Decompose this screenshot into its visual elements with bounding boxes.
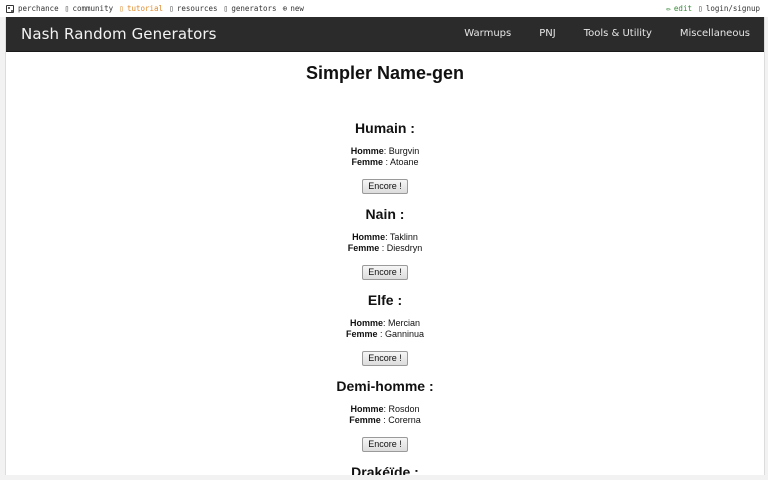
male-label: Homme	[350, 146, 384, 156]
nav-link-tools-utility[interactable]: Tools & Utility	[570, 17, 666, 51]
section-drakeide: Drakéïde :	[6, 463, 764, 475]
nav-link-warmups[interactable]: Warmups	[450, 17, 525, 51]
female-name: Corerna	[388, 415, 421, 425]
female-label: Femme	[347, 243, 380, 253]
topbar-link-resources[interactable]: ▯ resources	[169, 4, 217, 13]
nav-link-miscellaneous[interactable]: Miscellaneous	[666, 17, 764, 51]
site-brand[interactable]: Nash Random Generators	[21, 17, 217, 51]
topbar-link-label: generators	[231, 4, 277, 13]
female-name-line: Femme : Corerna	[349, 415, 421, 425]
topbar-link-label: resources	[176, 4, 218, 13]
encore-button[interactable]: Encore !	[362, 437, 408, 452]
topbar-link-label: community	[72, 4, 114, 13]
section-title: Drakéïde :	[351, 464, 419, 475]
generator-content: Simpler Name-gen Humain : Homme: Burgvin…	[6, 51, 764, 475]
section-title: Demi-homme :	[336, 378, 434, 394]
female-label: Femme	[351, 157, 383, 167]
topbar-link-edit[interactable]: ✏ edit	[666, 4, 692, 13]
page-bottom-margin	[0, 475, 768, 480]
community-icon: ▯	[64, 4, 70, 13]
female-label: Femme	[345, 329, 378, 339]
section-humain: Humain : Homme: Burgvin Femme : Atoane E…	[6, 119, 764, 194]
site-navbar: Nash Random Generators Warmups PNJ Tools…	[6, 17, 764, 52]
male-name-line: Homme: Rosdon	[350, 404, 420, 414]
page-title: Simpler Name-gen	[305, 63, 465, 83]
resources-icon: ▯	[169, 4, 174, 13]
section-demi-homme: Demi-homme : Homme: Rosdon Femme : Corer…	[6, 377, 764, 452]
topbar-link-login[interactable]: ▯ login/signup	[698, 4, 760, 13]
topbar-link-label: login/signup	[705, 4, 760, 13]
female-name: Ganninua	[384, 329, 425, 339]
topbar-link-new[interactable]: ⊕ new	[283, 4, 304, 13]
topbar-link-community[interactable]: ▯ community	[65, 4, 113, 13]
male-name-line: Homme: Mercian	[349, 318, 421, 328]
encore-button[interactable]: Encore !	[362, 179, 408, 194]
female-name: Atoane	[390, 157, 419, 167]
male-name: Mercian	[388, 318, 421, 328]
female-name-line: Femme : Diesdryn	[347, 243, 423, 253]
section-title: Elfe :	[367, 292, 403, 308]
female-name: Diesdryn	[386, 243, 423, 253]
female-label: Femme	[349, 415, 381, 425]
topbar-link-generators[interactable]: ▯ generators	[224, 4, 277, 13]
female-name-line: Femme : Ganninua	[345, 329, 425, 339]
die-icon	[6, 4, 14, 13]
male-name-line: Homme: Taklinn	[352, 232, 418, 242]
female-name-line: Femme : Atoane	[351, 157, 419, 167]
male-name: Taklinn	[389, 232, 418, 242]
section-title: Nain :	[365, 206, 405, 222]
topbar-link-tutorial[interactable]: ▯ tutorial	[119, 4, 163, 13]
generators-icon: ▯	[223, 4, 229, 13]
male-name: Rosdon	[388, 404, 420, 414]
topbar-link-perchance[interactable]: perchance	[6, 4, 59, 13]
encore-button[interactable]: Encore !	[362, 265, 408, 280]
generator-frame: Nash Random Generators Warmups PNJ Tools…	[5, 17, 765, 475]
male-label: Homme	[349, 318, 383, 328]
topbar-link-label: tutorial	[126, 4, 164, 13]
section-nain: Nain : Homme: Taklinn Femme : Diesdryn E…	[6, 205, 764, 280]
topbar-link-label: edit	[673, 4, 692, 13]
male-label: Homme	[352, 232, 386, 242]
male-label: Homme	[350, 404, 384, 414]
user-icon: ▯	[697, 4, 703, 13]
nav-link-pnj[interactable]: PNJ	[525, 17, 569, 51]
male-name-line: Homme: Burgvin	[350, 146, 420, 156]
plus-circle-icon: ⊕	[282, 4, 288, 13]
tutorial-icon: ▯	[119, 4, 124, 13]
topbar-link-label: new	[290, 4, 304, 13]
male-name: Burgvin	[388, 146, 420, 156]
perchance-topbar: perchance ▯ community ▯ tutorial ▯ resou…	[0, 0, 768, 17]
pencil-icon: ✏	[666, 4, 671, 13]
section-elfe: Elfe : Homme: Mercian Femme : Ganninua E…	[6, 291, 764, 366]
topbar-link-label: perchance	[18, 4, 59, 13]
section-title: Humain :	[355, 120, 415, 136]
encore-button[interactable]: Encore !	[362, 351, 408, 366]
